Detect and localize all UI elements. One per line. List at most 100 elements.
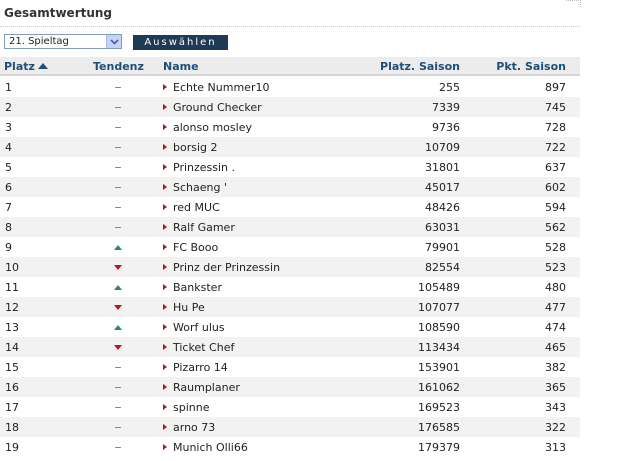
- select-button[interactable]: Auswählen: [133, 35, 228, 50]
- team-name-link[interactable]: Pizarro 14: [163, 361, 228, 374]
- table-row: 10 Prinz der Prinzessin 82554 523: [0, 257, 580, 277]
- arrow-bullet-icon: [163, 124, 167, 130]
- panel-corner-divider: [566, 0, 581, 7]
- team-name: Ticket Chef: [173, 341, 235, 354]
- table-row: 19 Munich Olli66 179379 313: [0, 437, 580, 457]
- team-name: red MUC: [173, 201, 220, 214]
- team-name: Prinz der Prinzessin: [173, 261, 281, 274]
- trend-up-icon: [114, 325, 122, 330]
- team-name-link[interactable]: Schaeng ': [163, 181, 227, 194]
- team-name: Bankster: [173, 281, 222, 294]
- season-rank-cell: 153901: [418, 361, 460, 374]
- team-name-link[interactable]: spinne: [163, 401, 209, 414]
- column-header-platz-label: Platz: [4, 60, 35, 73]
- trend-cell: [108, 401, 128, 414]
- trend-unchanged-icon: [115, 167, 121, 168]
- team-name: Schaeng ': [173, 181, 227, 194]
- rank-cell: 19: [5, 441, 19, 454]
- arrow-bullet-icon: [163, 164, 167, 170]
- arrow-bullet-icon: [163, 204, 167, 210]
- team-name: Hu Pe: [173, 301, 205, 314]
- season-points-cell: 745: [545, 101, 566, 114]
- sort-ascending-icon: [37, 63, 48, 69]
- trend-cell: [108, 301, 128, 314]
- trend-unchanged-icon: [115, 187, 121, 188]
- team-name-link[interactable]: Raumplaner: [163, 381, 240, 394]
- rank-cell: 2: [5, 101, 12, 114]
- team-name-link[interactable]: Hu Pe: [163, 301, 205, 314]
- team-name: Raumplaner: [173, 381, 240, 394]
- trend-cell: [108, 201, 128, 214]
- team-name-link[interactable]: Echte Nummer10: [163, 81, 269, 94]
- trend-unchanged-icon: [115, 227, 121, 228]
- column-header-platz[interactable]: Platz: [4, 60, 48, 73]
- table-row: 15 Pizarro 14 153901 382: [0, 357, 580, 377]
- team-name: arno 73: [173, 421, 216, 434]
- season-rank-cell: 10709: [425, 141, 460, 154]
- rank-cell: 6: [5, 181, 12, 194]
- column-header-tendenz[interactable]: Tendenz: [93, 60, 144, 73]
- team-name-link[interactable]: borsig 2: [163, 141, 218, 154]
- season-rank-cell: 82554: [425, 261, 460, 274]
- trend-down-icon: [114, 265, 122, 270]
- table-row: 5 Prinzessin . 31801 637: [0, 157, 580, 177]
- rank-cell: 5: [5, 161, 12, 174]
- team-name-link[interactable]: Munich Olli66: [163, 441, 248, 454]
- team-name-link[interactable]: FC Booo: [163, 241, 218, 254]
- team-name: Prinzessin .: [173, 161, 236, 174]
- team-name-link[interactable]: Ralf Gamer: [163, 221, 235, 234]
- season-rank-cell: 113434: [418, 341, 460, 354]
- rank-cell: 17: [5, 401, 19, 414]
- arrow-bullet-icon: [163, 384, 167, 390]
- trend-cell: [108, 381, 128, 394]
- season-rank-cell: 45017: [425, 181, 460, 194]
- team-name-link[interactable]: Ticket Chef: [163, 341, 234, 354]
- team-name-link[interactable]: alonso mosley: [163, 121, 252, 134]
- season-points-cell: 728: [545, 121, 566, 134]
- matchday-select[interactable]: 21. Spieltag: [4, 34, 122, 49]
- trend-unchanged-icon: [115, 107, 121, 108]
- season-points-cell: 477: [545, 301, 566, 314]
- ranking-panel: Gesamtwertung 21. Spieltag Auswählen Pla…: [0, 0, 581, 461]
- team-name-link[interactable]: arno 73: [163, 421, 215, 434]
- team-name: Echte Nummer10: [173, 81, 270, 94]
- team-name: Ground Checker: [173, 101, 262, 114]
- trend-cell: [108, 281, 128, 294]
- team-name-link[interactable]: red MUC: [163, 201, 220, 214]
- trend-cell: [108, 161, 128, 174]
- trend-unchanged-icon: [115, 87, 121, 88]
- arrow-bullet-icon: [163, 344, 167, 350]
- season-rank-cell: 176585: [418, 421, 460, 434]
- season-rank-cell: 48426: [425, 201, 460, 214]
- team-name-link[interactable]: Prinzessin .: [163, 161, 235, 174]
- column-header-name[interactable]: Name: [163, 60, 199, 73]
- column-header-platz-saison[interactable]: Platz. Saison: [380, 60, 460, 73]
- team-name-link[interactable]: Worf ulus: [163, 321, 225, 334]
- trend-up-icon: [114, 245, 122, 250]
- team-name: spinne: [173, 401, 210, 414]
- rank-cell: 9: [5, 241, 12, 254]
- chevron-down-icon[interactable]: [106, 35, 121, 48]
- table-row: 16 Raumplaner 161062 365: [0, 377, 580, 397]
- team-name: FC Booo: [173, 241, 219, 254]
- arrow-bullet-icon: [163, 444, 167, 450]
- rank-cell: 18: [5, 421, 19, 434]
- team-name-link[interactable]: Bankster: [163, 281, 222, 294]
- team-name-link[interactable]: Ground Checker: [163, 101, 262, 114]
- trend-unchanged-icon: [115, 387, 121, 388]
- table-row: 6 Schaeng ' 45017 602: [0, 177, 580, 197]
- season-points-cell: 523: [545, 261, 566, 274]
- season-rank-cell: 79901: [425, 241, 460, 254]
- column-header-pkt-saison[interactable]: Pkt. Saison: [496, 60, 566, 73]
- table-row: 8 Ralf Gamer 63031 562: [0, 217, 580, 237]
- team-name-link[interactable]: Prinz der Prinzessin: [163, 261, 280, 274]
- rank-cell: 7: [5, 201, 12, 214]
- season-rank-cell: 161062: [418, 381, 460, 394]
- arrow-bullet-icon: [163, 404, 167, 410]
- season-points-cell: 313: [545, 441, 566, 454]
- table-row: 4 borsig 2 10709 722: [0, 137, 580, 157]
- trend-unchanged-icon: [115, 367, 121, 368]
- arrow-bullet-icon: [163, 424, 167, 430]
- table-row: 13 Worf ulus 108590 474: [0, 317, 580, 337]
- arrow-bullet-icon: [163, 304, 167, 310]
